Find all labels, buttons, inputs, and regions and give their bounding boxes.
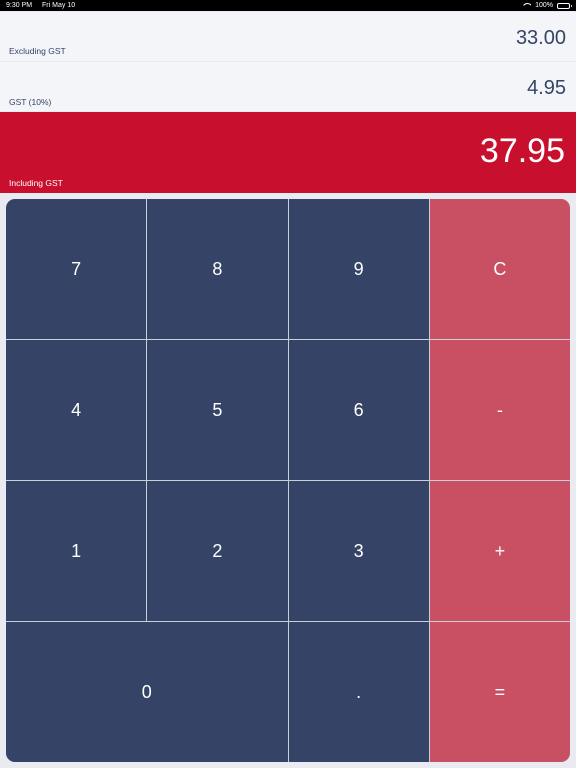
equals-button[interactable]: =: [429, 622, 570, 762]
status-right: 100%: [522, 2, 572, 9]
including-gst-value: 37.95: [479, 132, 565, 170]
gst-value: 4.95: [527, 77, 566, 99]
key-4[interactable]: 4: [6, 340, 147, 480]
excluding-gst-label: Excluding GST: [9, 46, 66, 56]
key-2[interactable]: 2: [147, 481, 288, 621]
excluding-gst-row: 33.00 Excluding GST: [0, 12, 576, 61]
wifi-icon: [522, 3, 531, 9]
key-6[interactable]: 6: [288, 340, 429, 480]
minus-button[interactable]: -: [429, 340, 570, 480]
status-time: 9:30 PM: [6, 2, 33, 9]
including-gst-label: Including GST: [9, 178, 63, 188]
status-left: 9:30 PM Fri May 10: [6, 2, 83, 9]
plus-button[interactable]: +: [429, 481, 570, 621]
battery-icon: [557, 2, 572, 9]
key-8[interactable]: 8: [147, 199, 288, 339]
key-9[interactable]: 9: [288, 199, 429, 339]
gst-row: 4.95 GST (10%): [0, 62, 576, 111]
key-1[interactable]: 1: [6, 481, 147, 621]
status-bar: 9:30 PM Fri May 10 100%: [0, 0, 576, 11]
status-date: Fri May 10: [42, 2, 76, 9]
decimal-button[interactable]: .: [288, 622, 429, 762]
key-5[interactable]: 5: [147, 340, 288, 480]
key-7[interactable]: 7: [6, 199, 147, 339]
keypad: 7 8 9 C 4 5 6 - 1 2 3 + 0 . =: [6, 199, 570, 762]
key-0[interactable]: 0: [6, 622, 288, 762]
key-3[interactable]: 3: [288, 481, 429, 621]
excluding-gst-value: 33.00: [515, 27, 566, 49]
battery-percent: 100%: [535, 2, 553, 9]
gst-label: GST (10%): [9, 97, 52, 107]
including-gst-row: 37.95 Including GST: [0, 112, 576, 193]
clear-button[interactable]: C: [429, 199, 570, 339]
